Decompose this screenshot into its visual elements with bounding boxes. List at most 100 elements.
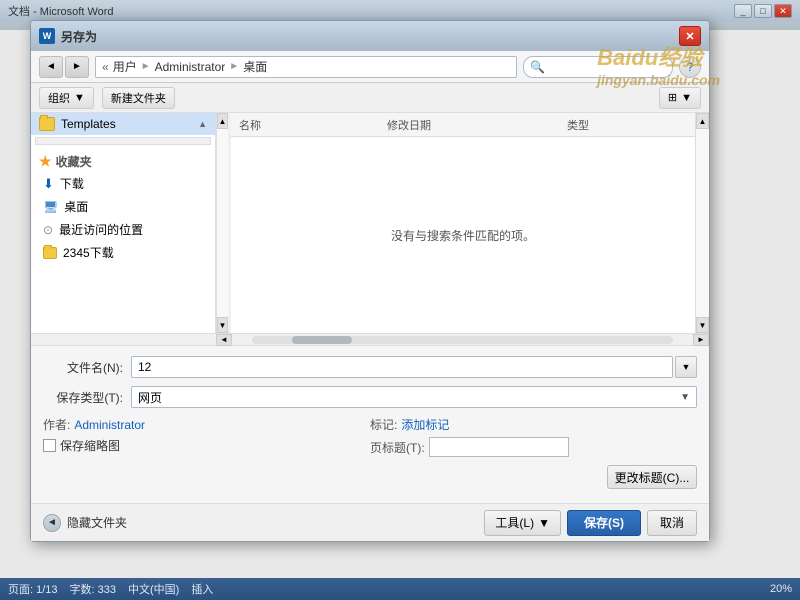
scroll-track-left[interactable] bbox=[217, 129, 228, 317]
path-arrow: « bbox=[102, 60, 109, 74]
download-icon: ⬇ bbox=[43, 176, 54, 192]
right-scrollbar[interactable]: ▲ ▼ bbox=[695, 113, 709, 333]
folder-icon-2345 bbox=[43, 247, 57, 259]
author-value[interactable]: Administrator bbox=[74, 418, 145, 432]
fav-item-2345[interactable]: 2345下载 bbox=[39, 241, 207, 264]
right-scroll-down[interactable]: ▼ bbox=[696, 317, 709, 333]
desktop-icon: 🖥 bbox=[43, 200, 58, 214]
h-scroll-track[interactable] bbox=[252, 336, 673, 344]
filename-dropdown-btn[interactable]: ▼ bbox=[675, 356, 697, 378]
change-title-row: 更改标题(C)... bbox=[370, 465, 697, 489]
dialog-title: 另存为 bbox=[61, 28, 97, 45]
scroll-indicator[interactable] bbox=[35, 137, 211, 145]
save-button[interactable]: 保存(S) bbox=[567, 510, 641, 536]
folder-icon-templates bbox=[39, 117, 55, 131]
scroll-up-button[interactable]: ▲ bbox=[217, 113, 228, 129]
fav-2345-label: 2345下载 bbox=[63, 244, 114, 261]
scroll-arrow-up: ▲ bbox=[198, 119, 207, 129]
view-arrow: ▼ bbox=[681, 92, 692, 104]
tools-arrow: ▼ bbox=[538, 516, 550, 530]
favorites-section: ★ 收藏夹 ⬇ 下载 🖥 桌面 ⊙ 最近访问的位置 bbox=[31, 147, 215, 268]
view-button[interactable]: ⊞ ▼ bbox=[659, 87, 701, 109]
search-box[interactable]: 🔍 bbox=[523, 56, 673, 78]
tags-value[interactable]: 添加标记 bbox=[401, 416, 449, 433]
search-input[interactable] bbox=[549, 61, 639, 73]
column-headers: 名称 修改日期 类型 bbox=[231, 113, 695, 137]
toolbar-right: ⊞ ▼ bbox=[659, 87, 701, 109]
status-page: 页面: 1/13 bbox=[8, 581, 58, 597]
path-part-2: Administrator bbox=[155, 60, 226, 74]
left-panel-container: Templates ▲ ★ 收藏夹 ⬇ 下载 🖥 bbox=[31, 113, 231, 333]
dialog-titlebar-left: W 另存为 bbox=[39, 28, 97, 45]
filetype-label: 保存类型(T): bbox=[43, 389, 123, 406]
favorites-label: 收藏夹 bbox=[56, 153, 92, 170]
col-type-header: 类型 bbox=[567, 117, 687, 133]
page-title-item: 页标题(T): bbox=[370, 437, 697, 457]
h-scroll-right[interactable]: ► bbox=[693, 334, 709, 346]
fav-desktop-label: 桌面 bbox=[64, 198, 88, 215]
scroll-down-button[interactable]: ▼ bbox=[217, 317, 228, 333]
fav-item-download[interactable]: ⬇ 下载 bbox=[39, 172, 207, 195]
word-titlebar: 文档 - Microsoft Word _ □ ✕ bbox=[0, 0, 800, 22]
filetype-select[interactable]: 网页 ▼ bbox=[131, 386, 697, 408]
tools-button[interactable]: 工具(L) ▼ bbox=[484, 510, 561, 536]
word-title: 文档 - Microsoft Word bbox=[8, 3, 114, 19]
change-title-button[interactable]: 更改标题(C)... bbox=[607, 465, 697, 489]
h-scroll-left[interactable]: ◄ bbox=[216, 334, 232, 346]
path-sep-2: ► bbox=[229, 61, 239, 72]
fav-recent-label: 最近访问的位置 bbox=[59, 221, 143, 238]
word-maximize-btn[interactable]: □ bbox=[754, 4, 772, 18]
word-close-btn[interactable]: ✕ bbox=[774, 4, 792, 18]
status-language: 中文(中国) bbox=[128, 581, 179, 597]
no-results-text: 没有与搜索条件匹配的项。 bbox=[391, 227, 535, 244]
right-scroll-track[interactable] bbox=[696, 129, 709, 317]
fav-item-recent[interactable]: ⊙ 最近访问的位置 bbox=[39, 218, 207, 241]
filename-label: 文件名(N): bbox=[43, 359, 123, 376]
word-minimize-btn[interactable]: _ bbox=[734, 4, 752, 18]
hide-panel-button[interactable]: ◄ 隐藏文件夹 bbox=[43, 514, 127, 532]
h-scroll-thumb[interactable] bbox=[292, 336, 352, 344]
filename-input[interactable] bbox=[131, 356, 673, 378]
thumbnail-label: 保存缩略图 bbox=[60, 437, 120, 454]
thumbnail-checkbox[interactable] bbox=[43, 439, 56, 452]
folder-label-templates: Templates bbox=[61, 117, 116, 131]
horizontal-scrollbar[interactable]: ◄ ► bbox=[31, 333, 709, 345]
form-area: 文件名(N): ▼ 保存类型(T): 网页 ▼ 作者: Administrato… bbox=[31, 345, 709, 503]
address-bar: ◄ ► « 用户 ► Administrator ► 桌面 🔍 ? bbox=[31, 51, 709, 83]
organize-arrow: ▼ bbox=[74, 92, 85, 104]
tags-item: 标记: 添加标记 bbox=[370, 416, 697, 433]
hide-panel-label: 隐藏文件夹 bbox=[67, 514, 127, 531]
new-folder-button[interactable]: 新建文件夹 bbox=[102, 87, 175, 109]
folder-item-templates[interactable]: Templates ▲ bbox=[31, 113, 215, 135]
right-scroll-up[interactable]: ▲ bbox=[696, 113, 709, 129]
address-path[interactable]: « 用户 ► Administrator ► 桌面 bbox=[95, 56, 517, 78]
col-name-header: 名称 bbox=[239, 117, 387, 133]
word-statusbar: 页面: 1/13 字数: 333 中文(中国) 插入 20% bbox=[0, 578, 800, 600]
help-button[interactable]: ? bbox=[679, 56, 701, 78]
left-panel: Templates ▲ ★ 收藏夹 ⬇ 下载 🖥 bbox=[31, 113, 216, 333]
forward-button[interactable]: ► bbox=[65, 56, 89, 78]
tools-label: 工具(L) bbox=[495, 514, 534, 531]
right-panel: 名称 修改日期 类型 没有与搜索条件匹配的项。 bbox=[231, 113, 695, 333]
path-part-3: 桌面 bbox=[243, 58, 267, 75]
back-button[interactable]: ◄ bbox=[39, 56, 63, 78]
dialog-close-btn[interactable]: ✕ bbox=[679, 26, 701, 46]
right-panel-container: 名称 修改日期 类型 没有与搜索条件匹配的项。 ▲ ▼ bbox=[231, 113, 709, 333]
status-mode: 插入 bbox=[191, 581, 213, 597]
tags-label: 标记: bbox=[370, 416, 397, 433]
bottom-bar: ◄ 隐藏文件夹 工具(L) ▼ 保存(S) 取消 bbox=[31, 503, 709, 541]
author-item: 作者: Administrator bbox=[43, 416, 370, 433]
fav-item-desktop[interactable]: 🖥 桌面 bbox=[39, 195, 207, 218]
star-icon: ★ bbox=[39, 153, 52, 170]
left-scrollbar[interactable]: ▲ ▼ bbox=[216, 113, 228, 333]
meta-right: 标记: 添加标记 页标题(T): 更改标题(C)... bbox=[370, 416, 697, 489]
dialog-titlebar: W 另存为 ✕ bbox=[31, 21, 709, 51]
organize-button[interactable]: 组织 ▼ bbox=[39, 87, 94, 109]
cancel-button[interactable]: 取消 bbox=[647, 510, 697, 536]
search-icon: 🔍 bbox=[530, 60, 545, 74]
save-as-dialog: W 另存为 ✕ ◄ ► « 用户 ► Administrator ► 桌面 🔍 … bbox=[30, 20, 710, 542]
nav-buttons: ◄ ► bbox=[39, 56, 89, 78]
recent-icon: ⊙ bbox=[43, 223, 53, 237]
page-title-input[interactable] bbox=[429, 437, 569, 457]
bottom-right-buttons: 工具(L) ▼ 保存(S) 取消 bbox=[484, 510, 697, 536]
